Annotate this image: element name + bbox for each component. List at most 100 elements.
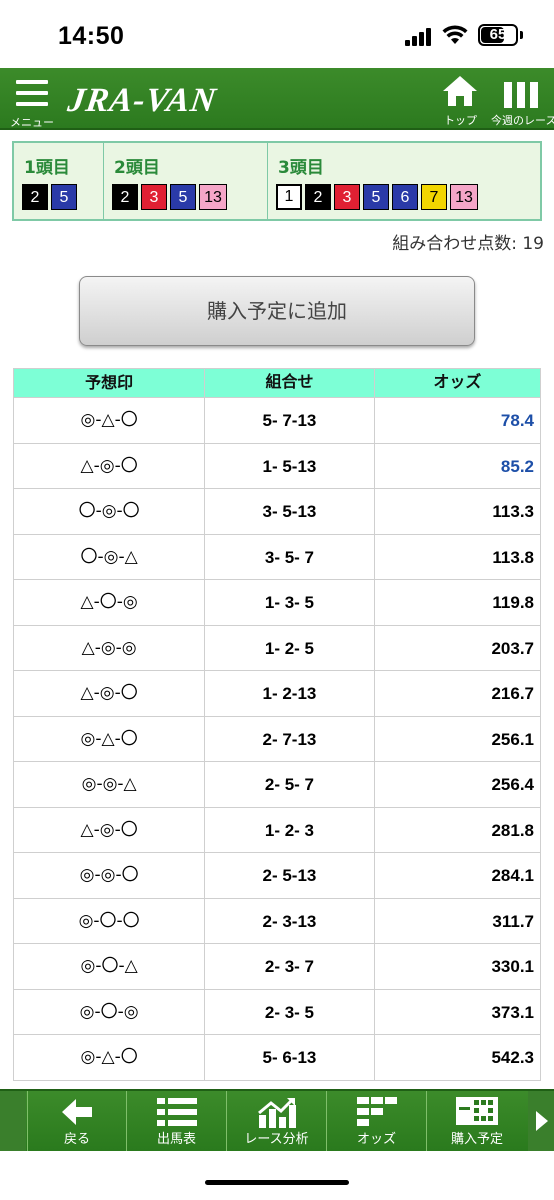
combination: 1- 2- 5 bbox=[205, 625, 375, 670]
selection-title: 3頭目 bbox=[278, 158, 324, 178]
table-row[interactable]: ◎-〇-△ 2- 3- 7 330.1 bbox=[14, 943, 540, 989]
jra-van-logo[interactable]: JRA-VAN bbox=[65, 82, 218, 120]
list-icon bbox=[156, 1098, 197, 1126]
table-row[interactable]: 〇-◎-△ 3- 5- 7 113.8 bbox=[14, 533, 540, 579]
battery-tip bbox=[520, 31, 523, 39]
home-icon bbox=[443, 76, 477, 106]
status-time: 14:50 bbox=[58, 22, 125, 50]
top-label: トップ bbox=[444, 114, 477, 127]
odds-value: 373.1 bbox=[491, 1002, 534, 1022]
prediction-mark: ◎-◎-〇 bbox=[14, 853, 206, 898]
nav-label: オッズ bbox=[356, 1132, 396, 1147]
horse-number: 2 bbox=[112, 184, 138, 210]
horse-number: 5 bbox=[170, 184, 196, 210]
odds-value: 85.2 bbox=[500, 456, 534, 476]
combination: 1- 2- 3 bbox=[205, 807, 375, 852]
odds-value: 542.3 bbox=[491, 1048, 534, 1067]
chart-trend-icon bbox=[257, 1097, 296, 1128]
table-row[interactable]: ◎-〇-〇 2- 3-13 311.7 bbox=[14, 897, 540, 943]
battery-icon: 65 bbox=[478, 24, 518, 46]
table-row[interactable]: △-◎-〇 1- 5-13 85.2 bbox=[14, 442, 540, 488]
horse-number: 5 bbox=[51, 184, 77, 210]
selection-title: 1頭目 bbox=[24, 158, 70, 178]
combination: 2- 3- 5 bbox=[205, 989, 375, 1034]
table-row[interactable]: ◎-△-〇 5- 6-13 542.3 bbox=[14, 1034, 540, 1080]
top-button[interactable]: トップ bbox=[436, 72, 484, 128]
table-row[interactable]: ◎-△-〇 5- 7-13 78.4 bbox=[14, 397, 540, 443]
prediction-mark: ◎-〇-◎ bbox=[14, 989, 206, 1034]
table-row[interactable]: ◎-△-〇 2- 7-13 256.1 bbox=[14, 715, 540, 761]
screen: 14:50 65 メニュー JRA-VAN トップ 今週のレース 1頭目 2 5… bbox=[0, 0, 554, 1200]
bottom-navigation: 戻る 出馬表 レース分析 オッズ 購入予定 bbox=[0, 1089, 554, 1151]
combination-count: 組み合わせ点数: 19 bbox=[392, 234, 544, 254]
nav-back[interactable]: 戻る bbox=[27, 1091, 126, 1151]
combination: 2- 5-13 bbox=[205, 853, 375, 898]
horse-selection-panel: 1頭目 2 5 2頭目 2 3 5 13 3頭目 1 2 3 5 6 7 13 bbox=[12, 141, 542, 221]
table-header: 予想印 組合せ オッズ bbox=[14, 369, 540, 397]
selection-second: 2頭目 2 3 5 13 bbox=[104, 143, 268, 219]
odds-value: 284.1 bbox=[491, 866, 534, 885]
combination: 3- 5-13 bbox=[205, 489, 375, 534]
odds-value: 216.7 bbox=[491, 684, 534, 703]
combination: 1- 5-13 bbox=[205, 443, 375, 488]
selection-third: 3頭目 1 2 3 5 6 7 13 bbox=[268, 143, 540, 219]
odds-value: 311.7 bbox=[492, 911, 534, 931]
header-odds[interactable]: オッズ bbox=[375, 369, 540, 397]
menu-label: メニュー bbox=[10, 116, 54, 129]
horse-number: 5 bbox=[363, 184, 389, 210]
nav-odds[interactable]: オッズ bbox=[326, 1091, 426, 1151]
odds-value: 113.8 bbox=[492, 547, 534, 567]
table-row[interactable]: △-◎-〇 1- 2-13 216.7 bbox=[14, 670, 540, 716]
this-week-races-button[interactable]: 今週のレース bbox=[490, 72, 554, 128]
menu-button[interactable]: メニュー bbox=[8, 74, 56, 129]
table-row[interactable]: ◎-〇-◎ 2- 3- 5 373.1 bbox=[14, 988, 540, 1034]
hamburger-icon bbox=[16, 80, 48, 106]
horse-number: 13 bbox=[450, 184, 478, 210]
table-row[interactable]: △-◎-〇 1- 2- 3 281.8 bbox=[14, 806, 540, 852]
table-row[interactable]: 〇-◎-〇 3- 5-13 113.3 bbox=[14, 488, 540, 534]
home-indicator-area bbox=[0, 1153, 554, 1200]
week-label: 今週のレース bbox=[491, 114, 554, 127]
odds-value: 281.8 bbox=[491, 820, 534, 840]
odds-value: 256.1 bbox=[491, 729, 534, 749]
cellular-signal-icon bbox=[405, 28, 433, 46]
home-indicator[interactable] bbox=[205, 1180, 349, 1185]
nav-race-analysis[interactable]: レース分析 bbox=[226, 1091, 326, 1151]
combination: 2- 3- 7 bbox=[205, 944, 375, 989]
odds-value: 113.3 bbox=[492, 502, 534, 521]
header-mark[interactable]: 予想印 bbox=[14, 369, 206, 397]
table-body: ◎-△-〇 5- 7-13 78.4 △-◎-〇 1- 5-13 85.2 〇-◎-〇 3- … bbox=[14, 397, 540, 1080]
nav-race-card[interactable]: 出馬表 bbox=[126, 1091, 226, 1151]
prediction-mark: △-◎-〇 bbox=[14, 443, 206, 488]
scroll-right-button[interactable] bbox=[528, 1091, 554, 1151]
combination: 2- 7-13 bbox=[205, 716, 375, 761]
odds-grid-icon bbox=[356, 1097, 397, 1126]
prediction-mark: ◎-〇-〇 bbox=[14, 898, 206, 943]
header-combination[interactable]: 組合せ bbox=[205, 369, 375, 397]
app-header: メニュー JRA-VAN トップ 今週のレース bbox=[0, 68, 554, 130]
prediction-mark: ◎-◎-△ bbox=[14, 762, 206, 807]
scroll-left-area bbox=[0, 1091, 26, 1151]
odds-value: 203.7 bbox=[491, 638, 534, 658]
horse-number: 7 bbox=[421, 184, 447, 210]
prediction-mark: ◎-△-〇 bbox=[14, 1035, 206, 1080]
table-row[interactable]: △-〇-◎ 1- 3- 5 119.8 bbox=[14, 579, 540, 625]
add-to-purchase-plan-button[interactable]: 購入予定に追加 bbox=[79, 276, 475, 346]
ticket-icon bbox=[456, 1097, 498, 1125]
wifi-icon bbox=[442, 25, 468, 44]
combination: 5- 7-13 bbox=[205, 398, 375, 443]
combination: 3- 5- 7 bbox=[205, 534, 375, 579]
table-row[interactable]: ◎-◎-〇 2- 5-13 284.1 bbox=[14, 852, 540, 898]
prediction-mark: ◎-△-〇 bbox=[14, 716, 206, 761]
table-row[interactable]: ◎-◎-△ 2- 5- 7 256.4 bbox=[14, 761, 540, 807]
combination: 5- 6-13 bbox=[205, 1035, 375, 1080]
nav-label: 戻る bbox=[63, 1132, 90, 1147]
odds-value: 78.4 bbox=[500, 411, 534, 430]
table-row[interactable]: △-◎-◎ 1- 2- 5 203.7 bbox=[14, 624, 540, 670]
prediction-mark: ◎-△-〇 bbox=[14, 398, 206, 443]
nav-purchase-plan[interactable]: 購入予定 bbox=[426, 1091, 527, 1151]
nav-label: 出馬表 bbox=[156, 1132, 196, 1147]
arrow-left-icon bbox=[62, 1099, 92, 1125]
chevron-right-icon bbox=[536, 1111, 548, 1131]
horse-number: 2 bbox=[22, 184, 48, 210]
